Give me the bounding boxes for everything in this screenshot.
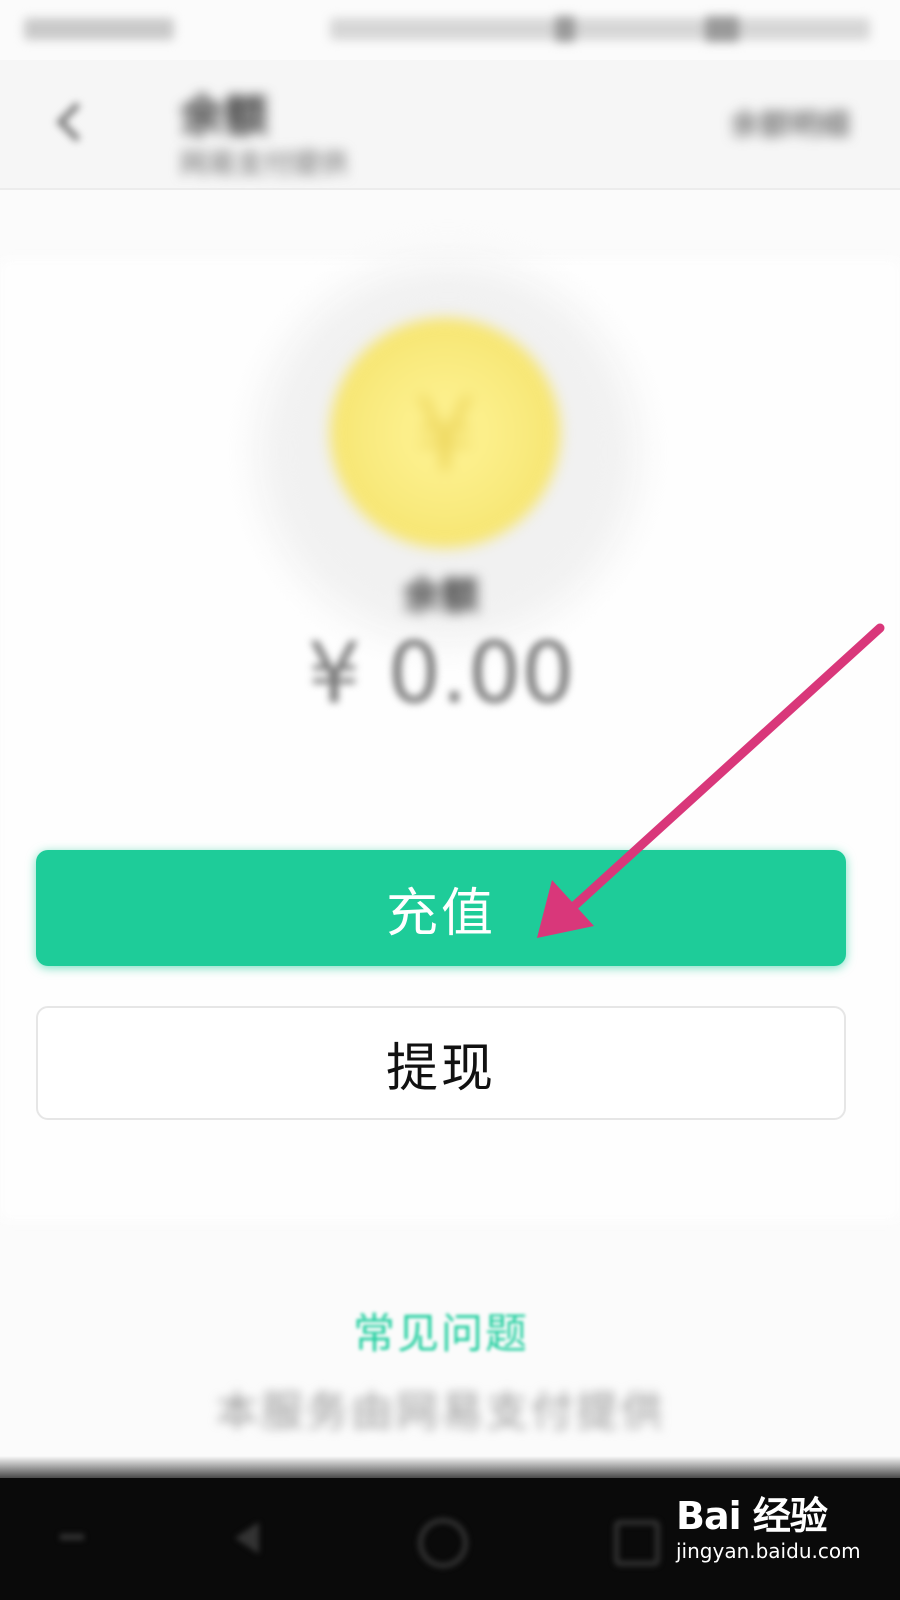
- recharge-button[interactable]: 充值: [36, 850, 846, 966]
- watermark-logo: Bai 经验: [676, 1494, 828, 1538]
- provider-note: 本服务由网易支付提供: [215, 1387, 666, 1436]
- balance-label: 余额: [402, 574, 479, 618]
- back-icon[interactable]: [40, 90, 100, 160]
- app-header: 余额 网易支付提供 余额明细: [0, 60, 900, 190]
- balance-detail-link[interactable]: 余额明细: [730, 100, 850, 144]
- triangle-back-icon[interactable]: [215, 1508, 275, 1568]
- page-subtitle: 网易支付提供: [180, 147, 349, 180]
- page-title: 余额: [180, 91, 268, 142]
- signal-icon: [555, 16, 575, 42]
- battery-icon: [705, 16, 739, 42]
- status-bar: [0, 0, 900, 60]
- menu-icon[interactable]: [42, 1508, 102, 1568]
- circle-home-icon[interactable]: [408, 1508, 468, 1568]
- faq-link[interactable]: 常见问题: [0, 1300, 882, 1361]
- balance-amount: ¥ 0.00: [307, 624, 575, 722]
- square-recent-icon[interactable]: [602, 1508, 662, 1568]
- baidu-jingyan-watermark: Bai 经验 jingyan.baidu.com: [676, 1475, 876, 1585]
- yuan-coin-icon: [330, 318, 560, 548]
- withdraw-button[interactable]: 提现: [36, 1006, 846, 1120]
- carrier-info: [24, 18, 174, 40]
- status-icons: [330, 18, 870, 40]
- wallet-balance-page: 余额 网易支付提供 余额明细 余额 ¥ 0.00 充值 提现 常见问题 本服务由…: [0, 0, 900, 1600]
- watermark-url: jingyan.baidu.com: [676, 1539, 861, 1563]
